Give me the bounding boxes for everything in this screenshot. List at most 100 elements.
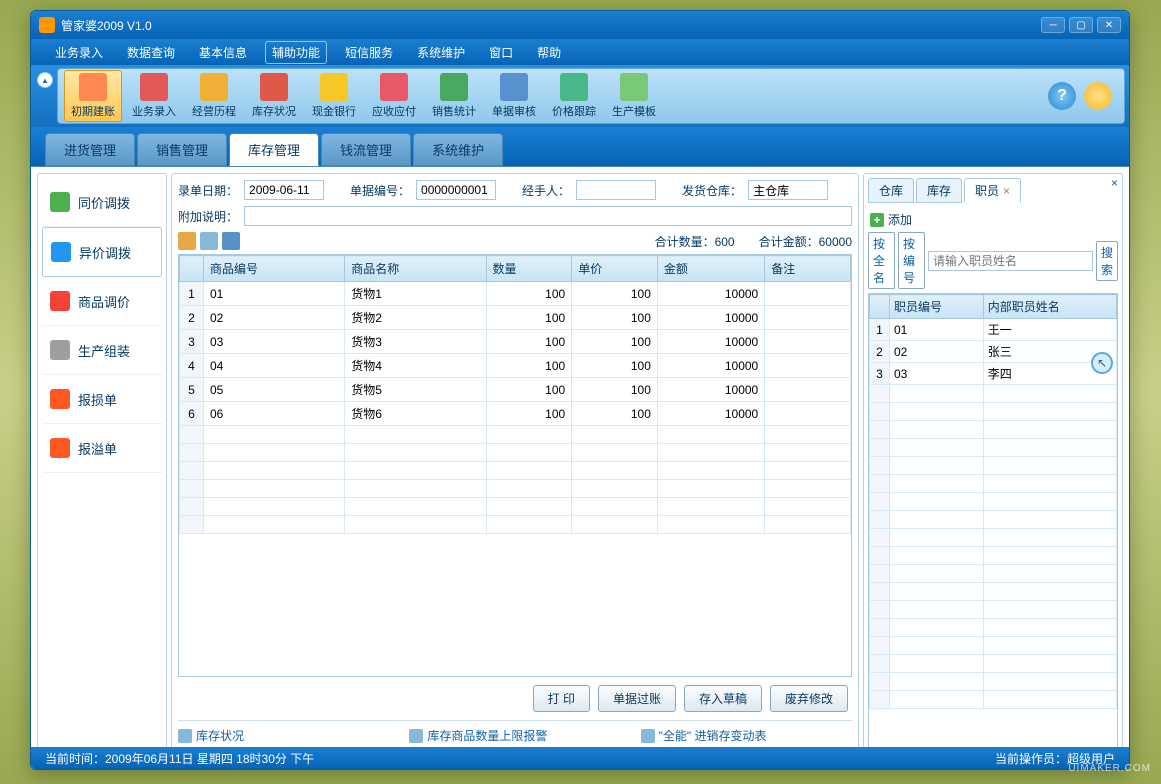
lookup-tab[interactable]: 职员× [964,178,1021,203]
docno-input[interactable] [416,180,496,200]
status-bar: 当前时间：2009年06月11日 星期四 18时30分 下午 当前操作员：超级用… [31,747,1129,769]
ribbon-icon [440,73,468,101]
list-icon[interactable] [200,232,218,250]
staff-grid[interactable]: 职员编号内部职员姓名101王一202张三303李四 ↖ [868,293,1118,769]
tab-close-icon[interactable]: × [1003,184,1010,198]
table-row[interactable]: 101货物110010010000 [180,282,851,306]
ribbon-icon [200,73,228,101]
filter-fullname-button[interactable]: 按全名 [868,232,895,289]
menu-item[interactable]: 基本信息 [193,42,253,63]
discard-button[interactable]: 废弃修改 [770,685,848,712]
main-tab[interactable]: 库存管理 [229,133,319,166]
grid-header[interactable]: 商品编号 [204,256,345,282]
main-tab[interactable]: 系统维护 [413,133,503,166]
grid-header[interactable]: 职员编号 [890,295,984,319]
total-qty-label: 合计数量： [655,235,715,249]
sidebar-item[interactable]: 报损单 [42,375,162,424]
table-row[interactable]: 505货物510010010000 [180,378,851,402]
ribbon-collapse-icon[interactable]: ▲ [37,72,53,88]
menu-item[interactable]: 系统维护 [411,42,471,63]
sidebar-item[interactable]: 异价调拨 [42,227,162,277]
table-row[interactable]: 202货物210010010000 [180,306,851,330]
docno-label: 单据编号： [350,182,410,199]
ribbon-item[interactable]: 经营历程 [186,71,242,121]
main-tab[interactable]: 进货管理 [45,133,135,166]
menu-item[interactable]: 窗口 [483,42,519,63]
maximize-button[interactable]: ▢ [1069,17,1093,33]
sidebar-item[interactable]: 生产组装 [42,326,162,375]
lookup-tab[interactable]: 库存 [916,178,962,203]
warehouse-label: 发货仓库： [682,182,742,199]
ribbon-icon [320,73,348,101]
filter-code-button[interactable]: 按编号 [898,232,925,289]
post-button[interactable]: 单据过账 [598,685,676,712]
ribbon-item[interactable]: 应收应付 [366,71,422,121]
menu-item[interactable]: 数据查询 [121,42,181,63]
menu-item[interactable]: 辅助功能 [265,41,327,64]
main-tab[interactable]: 销售管理 [137,133,227,166]
draft-button[interactable]: 存入草稿 [684,685,762,712]
date-input[interactable] [244,180,324,200]
ribbon-item[interactable]: 业务录入 [126,71,182,121]
table-row[interactable]: 606货物610010010000 [180,402,851,426]
search-button[interactable]: 搜索 [1096,241,1118,281]
table-row[interactable]: 303李四 [870,363,1117,385]
quick-link[interactable]: "全能" 进销存变动表 [641,727,852,744]
grid-header[interactable] [180,256,204,282]
link-label: 库存商品数量上限报警 [427,727,547,744]
table-row[interactable]: 202张三 [870,341,1117,363]
menu-item[interactable]: 业务录入 [49,42,109,63]
lookup-tab[interactable]: 仓库 [868,178,914,203]
sidebar-icon [50,192,70,212]
minimize-button[interactable]: ─ [1041,17,1065,33]
grid-header[interactable]: 金额 [657,256,764,282]
ribbon-icon [620,73,648,101]
add-button[interactable]: + 添加 [868,207,1118,232]
ribbon-item[interactable]: 销售统计 [426,71,482,121]
print-button[interactable]: 打 印 [533,685,590,712]
main-tab[interactable]: 钱流管理 [321,133,411,166]
ribbon-item[interactable]: 生产模板 [606,71,662,121]
sidebar-label: 报损单 [78,390,117,409]
menu-item[interactable]: 短信服务 [339,42,399,63]
menu-item[interactable]: 帮助 [531,42,567,63]
handler-input[interactable] [576,180,656,200]
function-sidebar: 同价调拨异价调拨商品调价生产组装报损单报溢单 [37,173,167,770]
grid-header[interactable] [870,295,890,319]
sidebar-icon [50,438,70,458]
table-row[interactable]: 101王一 [870,319,1117,341]
ribbon-item[interactable]: 库存状况 [246,71,302,121]
ribbon-icon [79,73,107,101]
grid-header[interactable]: 数量 [486,256,572,282]
refresh-icon[interactable] [1084,82,1112,110]
grid-header[interactable]: 备注 [765,256,851,282]
arrow-up-icon[interactable]: ↖ [1091,352,1113,374]
ribbon-label: 库存状况 [252,103,296,119]
help-icon[interactable]: ? [1048,82,1076,110]
table-row[interactable]: 303货物310010010000 [180,330,851,354]
grid-header[interactable]: 内部职员姓名 [983,295,1116,319]
link-label: 库存状况 [196,727,244,744]
sidebar-item[interactable]: 商品调价 [42,277,162,326]
grid-header[interactable]: 商品名称 [345,256,486,282]
sidebar-item[interactable]: 同价调拨 [42,178,162,227]
note-input[interactable] [244,206,852,226]
sidebar-item[interactable]: 报溢单 [42,424,162,473]
ribbon-item[interactable]: 现金银行 [306,71,362,121]
table-row[interactable]: 404货物410010010000 [180,354,851,378]
quick-link[interactable]: 库存商品数量上限报警 [409,727,620,744]
search-input[interactable] [928,251,1093,271]
warehouse-input[interactable] [748,180,828,200]
ribbon-item[interactable]: 单据审核 [486,71,542,121]
document-panel: 录单日期： 单据编号： 经手人： 发货仓库： 附加说明： 合计数量：600 合 [171,173,859,770]
ribbon-container: ▲ 初期建账业务录入经营历程库存状况现金银行应收应付销售统计单据审核价格跟踪生产… [31,65,1129,127]
person-icon[interactable] [222,232,240,250]
close-button[interactable]: ✕ [1097,17,1121,33]
panel-close-icon[interactable]: × [1111,176,1118,190]
ribbon-item[interactable]: 初期建账 [64,70,122,122]
ribbon-item[interactable]: 价格跟踪 [546,71,602,121]
items-grid[interactable]: 商品编号商品名称数量单价金额备注101货物110010010000202货物21… [178,254,852,677]
quick-link[interactable]: 库存状况 [178,727,389,744]
grid-header[interactable]: 单价 [572,256,658,282]
building-icon[interactable] [178,232,196,250]
